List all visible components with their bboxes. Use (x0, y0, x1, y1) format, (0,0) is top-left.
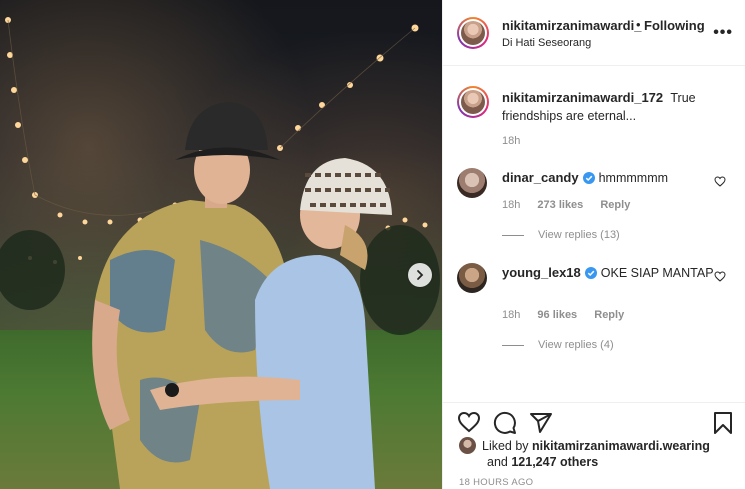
caption-time[interactable]: 18h (502, 135, 520, 147)
comment-username[interactable]: dinar_candy (502, 170, 579, 185)
post-location[interactable]: Di Hati Seseorang (502, 37, 591, 49)
chevron-right-icon (417, 270, 424, 280)
commenter-avatar[interactable] (457, 263, 487, 293)
verified-badge-icon (584, 267, 597, 279)
reply-button[interactable]: Reply (600, 199, 630, 211)
verified-badge-icon (582, 172, 595, 184)
replies-divider (502, 344, 524, 346)
comment-time[interactable]: 18h (502, 199, 520, 211)
caption-username[interactable]: nikitamirzanimawardi_172 (502, 90, 663, 105)
view-replies-label: View replies (13) (538, 229, 620, 241)
next-photo-button[interactable] (408, 263, 432, 287)
liker-username[interactable]: nikitamirzanimawardi.wearing (532, 439, 710, 453)
more-options-icon[interactable]: ••• (713, 24, 733, 42)
comment-likes[interactable]: 273 likes (537, 199, 583, 211)
comment-text-block: dinar_candy hmmmmmm (502, 169, 717, 187)
author-username[interactable]: nikitamirzanimawardi_ (502, 18, 641, 33)
following-button[interactable]: Following (644, 18, 705, 33)
likes-summary: Liked by nikitamirzanimawardi.wearing (459, 437, 710, 454)
header-separator: • (636, 17, 641, 32)
caption-text-block: nikitamirzanimawardi_172 True friendship… (502, 89, 717, 125)
post-timestamp[interactable]: 18 HOURS AGO (459, 477, 533, 488)
comment-like-heart-icon[interactable] (714, 176, 726, 187)
post-action-bar (443, 402, 745, 434)
comment-time[interactable]: 18h (502, 309, 520, 321)
author-avatar[interactable] (457, 17, 489, 49)
liker-avatar[interactable] (459, 437, 476, 454)
replies-divider (502, 234, 524, 236)
photo-scene (0, 17, 440, 489)
likes-others-count[interactable]: 121,247 others (511, 455, 598, 469)
bookmark-icon[interactable] (713, 411, 733, 435)
view-replies-button[interactable]: View replies (4) (502, 339, 614, 351)
commenter-avatar[interactable] (457, 168, 487, 198)
likes-prefix: Liked by (482, 439, 529, 453)
reply-button[interactable]: Reply (594, 309, 624, 321)
heart-icon[interactable] (457, 411, 481, 433)
comment-icon[interactable] (493, 411, 517, 435)
comment-username[interactable]: young_lex18 (502, 265, 581, 280)
post-details-panel: nikitamirzanimawardi_ • Following Di Hat… (442, 0, 745, 489)
caption-avatar[interactable] (457, 86, 489, 118)
post-photo[interactable] (0, 0, 442, 489)
likes-summary-others: and 121,247 others (487, 455, 598, 469)
comment-meta: 18h 273 likes Reply (502, 199, 644, 211)
comment-like-heart-icon[interactable] (714, 271, 726, 282)
view-replies-label: View replies (4) (538, 339, 614, 351)
comment-text: OKE SIAP MANTAP (600, 266, 714, 280)
comment-text-block: young_lex18 OKE SIAP MANTAP (502, 264, 717, 282)
comment-meta: 18h 96 likes Reply (502, 309, 638, 321)
comment-likes[interactable]: 96 likes (537, 309, 577, 321)
caption-meta: 18h (502, 135, 534, 147)
share-icon[interactable] (529, 411, 553, 435)
likes-and: and (487, 455, 508, 469)
view-replies-button[interactable]: View replies (13) (502, 229, 620, 241)
post-header: nikitamirzanimawardi_ • Following Di Hat… (443, 0, 745, 66)
comment-text: hmmmmmm (598, 171, 669, 185)
